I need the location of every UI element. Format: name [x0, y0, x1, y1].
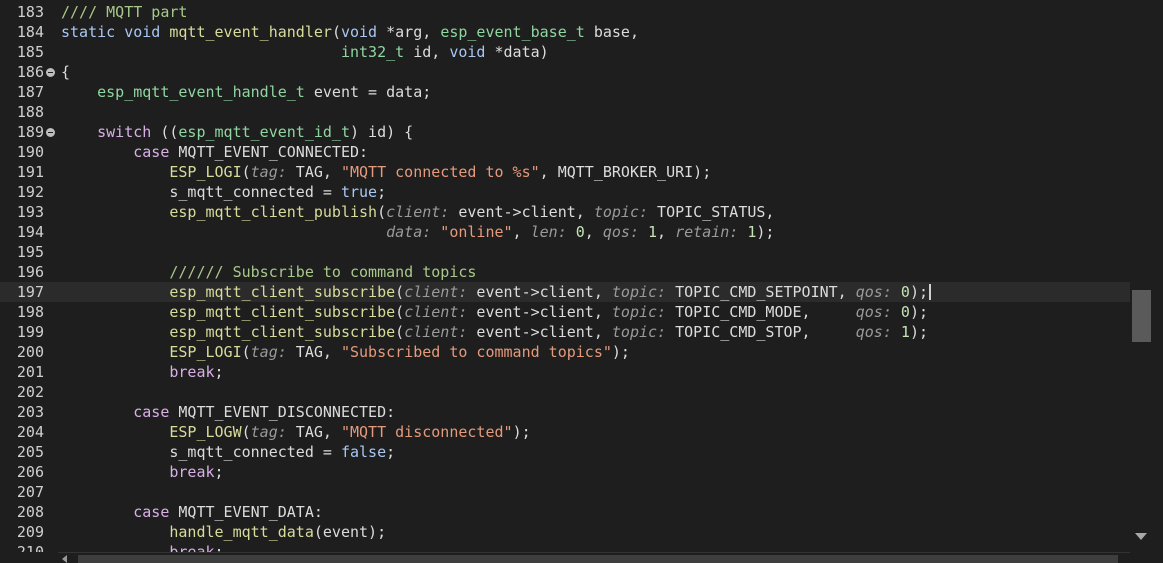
code-text: case MQTT_EVENT_DISCONNECTED:: [133, 403, 396, 421]
line-number: 209: [16, 523, 44, 541]
code-text: //// MQTT part: [61, 3, 188, 21]
code-text: data: "online", len: 0, qos: 1, retain: …: [386, 223, 775, 241]
line-number: 199: [16, 323, 44, 341]
line-number: 184: [16, 23, 44, 41]
code-line[interactable]: 207: [0, 482, 1130, 502]
horizontal-scrollbar[interactable]: [58, 552, 1130, 563]
code-text: esp_mqtt_client_subscribe(client: event-…: [169, 323, 928, 341]
code-text: ////// Subscribe to command topics: [169, 263, 477, 281]
code-text: static void mqtt_event_handler(void *arg…: [61, 23, 639, 41]
code-text: break;: [169, 363, 224, 381]
code-text: ESP_LOGW(tag: TAG, "MQTT disconnected");: [169, 423, 531, 441]
code-text: esp_mqtt_client_subscribe(client: event-…: [169, 303, 928, 321]
line-number: 206: [16, 463, 44, 481]
line-number: 208: [16, 503, 44, 521]
line-number: 188: [16, 103, 44, 121]
line-number: 191: [16, 163, 44, 181]
line-number: 203: [16, 403, 44, 421]
line-number: 194: [16, 223, 44, 241]
code-line[interactable]: 199 esp_mqtt_client_subscribe(client: ev…: [0, 322, 1130, 342]
code-text: ESP_LOGI(tag: TAG, "Subscribed to comman…: [169, 343, 630, 361]
code-line[interactable]: 193 esp_mqtt_client_publish(client: even…: [0, 202, 1130, 222]
line-number: 205: [16, 443, 44, 461]
code-text: break;: [169, 463, 224, 481]
line-number: 190: [16, 143, 44, 161]
line-number: 185: [16, 43, 44, 61]
code-line[interactable]: 204 ESP_LOGW(tag: TAG, "MQTT disconnecte…: [0, 422, 1130, 442]
code-line[interactable]: 183 //// MQTT part: [0, 2, 1130, 22]
vertical-scrollbar[interactable]: [1130, 0, 1163, 552]
line-number: 202: [16, 383, 44, 401]
code-text: ESP_LOGI(tag: TAG, "MQTT connected to %s…: [169, 163, 712, 181]
code-text: break;: [169, 543, 224, 552]
code-line[interactable]: 202: [0, 382, 1130, 402]
line-number: 197: [16, 283, 44, 301]
code-line[interactable]: 201 break;: [0, 362, 1130, 382]
code-text: case MQTT_EVENT_CONNECTED:: [133, 143, 369, 161]
code-line[interactable]: 185 int32_t id, void *data): [0, 42, 1130, 62]
line-number: 204: [16, 423, 44, 441]
line-number: 186: [16, 63, 44, 81]
line-number: 193: [16, 203, 44, 221]
code-line[interactable]: 203 case MQTT_EVENT_DISCONNECTED:: [0, 402, 1130, 422]
fold-toggle-icon[interactable]: [46, 128, 55, 137]
code-text: s_mqtt_connected = true;: [61, 183, 387, 201]
code-line[interactable]: 188: [0, 102, 1130, 122]
code-line[interactable]: 206 break;: [0, 462, 1130, 482]
fold-toggle-icon[interactable]: [46, 68, 55, 77]
line-number: 183: [16, 3, 44, 21]
code-line[interactable]: 191 ESP_LOGI(tag: TAG, "MQTT connected t…: [0, 162, 1130, 182]
code-line[interactable]: 194 data: "online", len: 0, qos: 1, reta…: [0, 222, 1130, 242]
code-line[interactable]: 209 handle_mqtt_data(event);: [0, 522, 1130, 542]
chevron-down-icon[interactable]: [1135, 533, 1147, 540]
line-number: 198: [16, 303, 44, 321]
line-number: 196: [16, 263, 44, 281]
code-text: esp_mqtt_client_subscribe(client: event-…: [61, 282, 931, 302]
code-line[interactable]: 186 {: [0, 62, 1130, 82]
line-number: 210: [16, 543, 44, 552]
code-text: case MQTT_EVENT_DATA:: [133, 503, 323, 521]
line-number: 195: [16, 243, 44, 261]
code-line[interactable]: 208 case MQTT_EVENT_DATA:: [0, 502, 1130, 522]
code-line[interactable]: 200 ESP_LOGI(tag: TAG, "Subscribed to co…: [0, 342, 1130, 362]
line-number: 189: [16, 123, 44, 141]
code-line[interactable]: 189 switch ((esp_mqtt_event_id_t) id) {: [0, 122, 1130, 142]
code-text: s_mqtt_connected = false;: [61, 443, 396, 461]
code-text: {: [61, 63, 71, 81]
code-line[interactable]: 192 s_mqtt_connected = true;: [0, 182, 1130, 202]
line-number: 200: [16, 343, 44, 361]
code-line[interactable]: 196 ////// Subscribe to command topics: [0, 262, 1130, 282]
code-editor[interactable]: 183 //// MQTT part 184 static void mqtt_eve…: [0, 0, 1130, 552]
line-number: 187: [16, 83, 44, 101]
line-number: 201: [16, 363, 44, 381]
code-line[interactable]: 187 esp_mqtt_event_handle_t event = data…: [0, 82, 1130, 102]
code-text: switch ((esp_mqtt_event_id_t) id) {: [97, 123, 414, 141]
code-line[interactable]: 184 static void mqtt_event_handler(void *…: [0, 22, 1130, 42]
code-line[interactable]: 198 esp_mqtt_client_subscribe(client: ev…: [0, 302, 1130, 322]
code-text: int32_t id, void *data): [340, 43, 549, 61]
line-number: 192: [16, 183, 44, 201]
code-line[interactable]: 190 case MQTT_EVENT_CONNECTED:: [0, 142, 1130, 162]
code-text: esp_mqtt_event_handle_t event = data;: [97, 83, 432, 101]
code-line[interactable]: 205 s_mqtt_connected = false;: [0, 442, 1130, 462]
code-text: esp_mqtt_client_publish(client: event->c…: [169, 203, 775, 221]
code-line[interactable]: 197 esp_mqtt_client_subscribe(client: ev…: [0, 282, 1130, 302]
code-text: handle_mqtt_data(event);: [169, 523, 387, 541]
line-number: 207: [16, 483, 44, 501]
code-line[interactable]: 210 break;: [0, 542, 1130, 552]
code-line[interactable]: 195: [0, 242, 1130, 262]
vertical-scroll-thumb[interactable]: [1132, 290, 1151, 342]
